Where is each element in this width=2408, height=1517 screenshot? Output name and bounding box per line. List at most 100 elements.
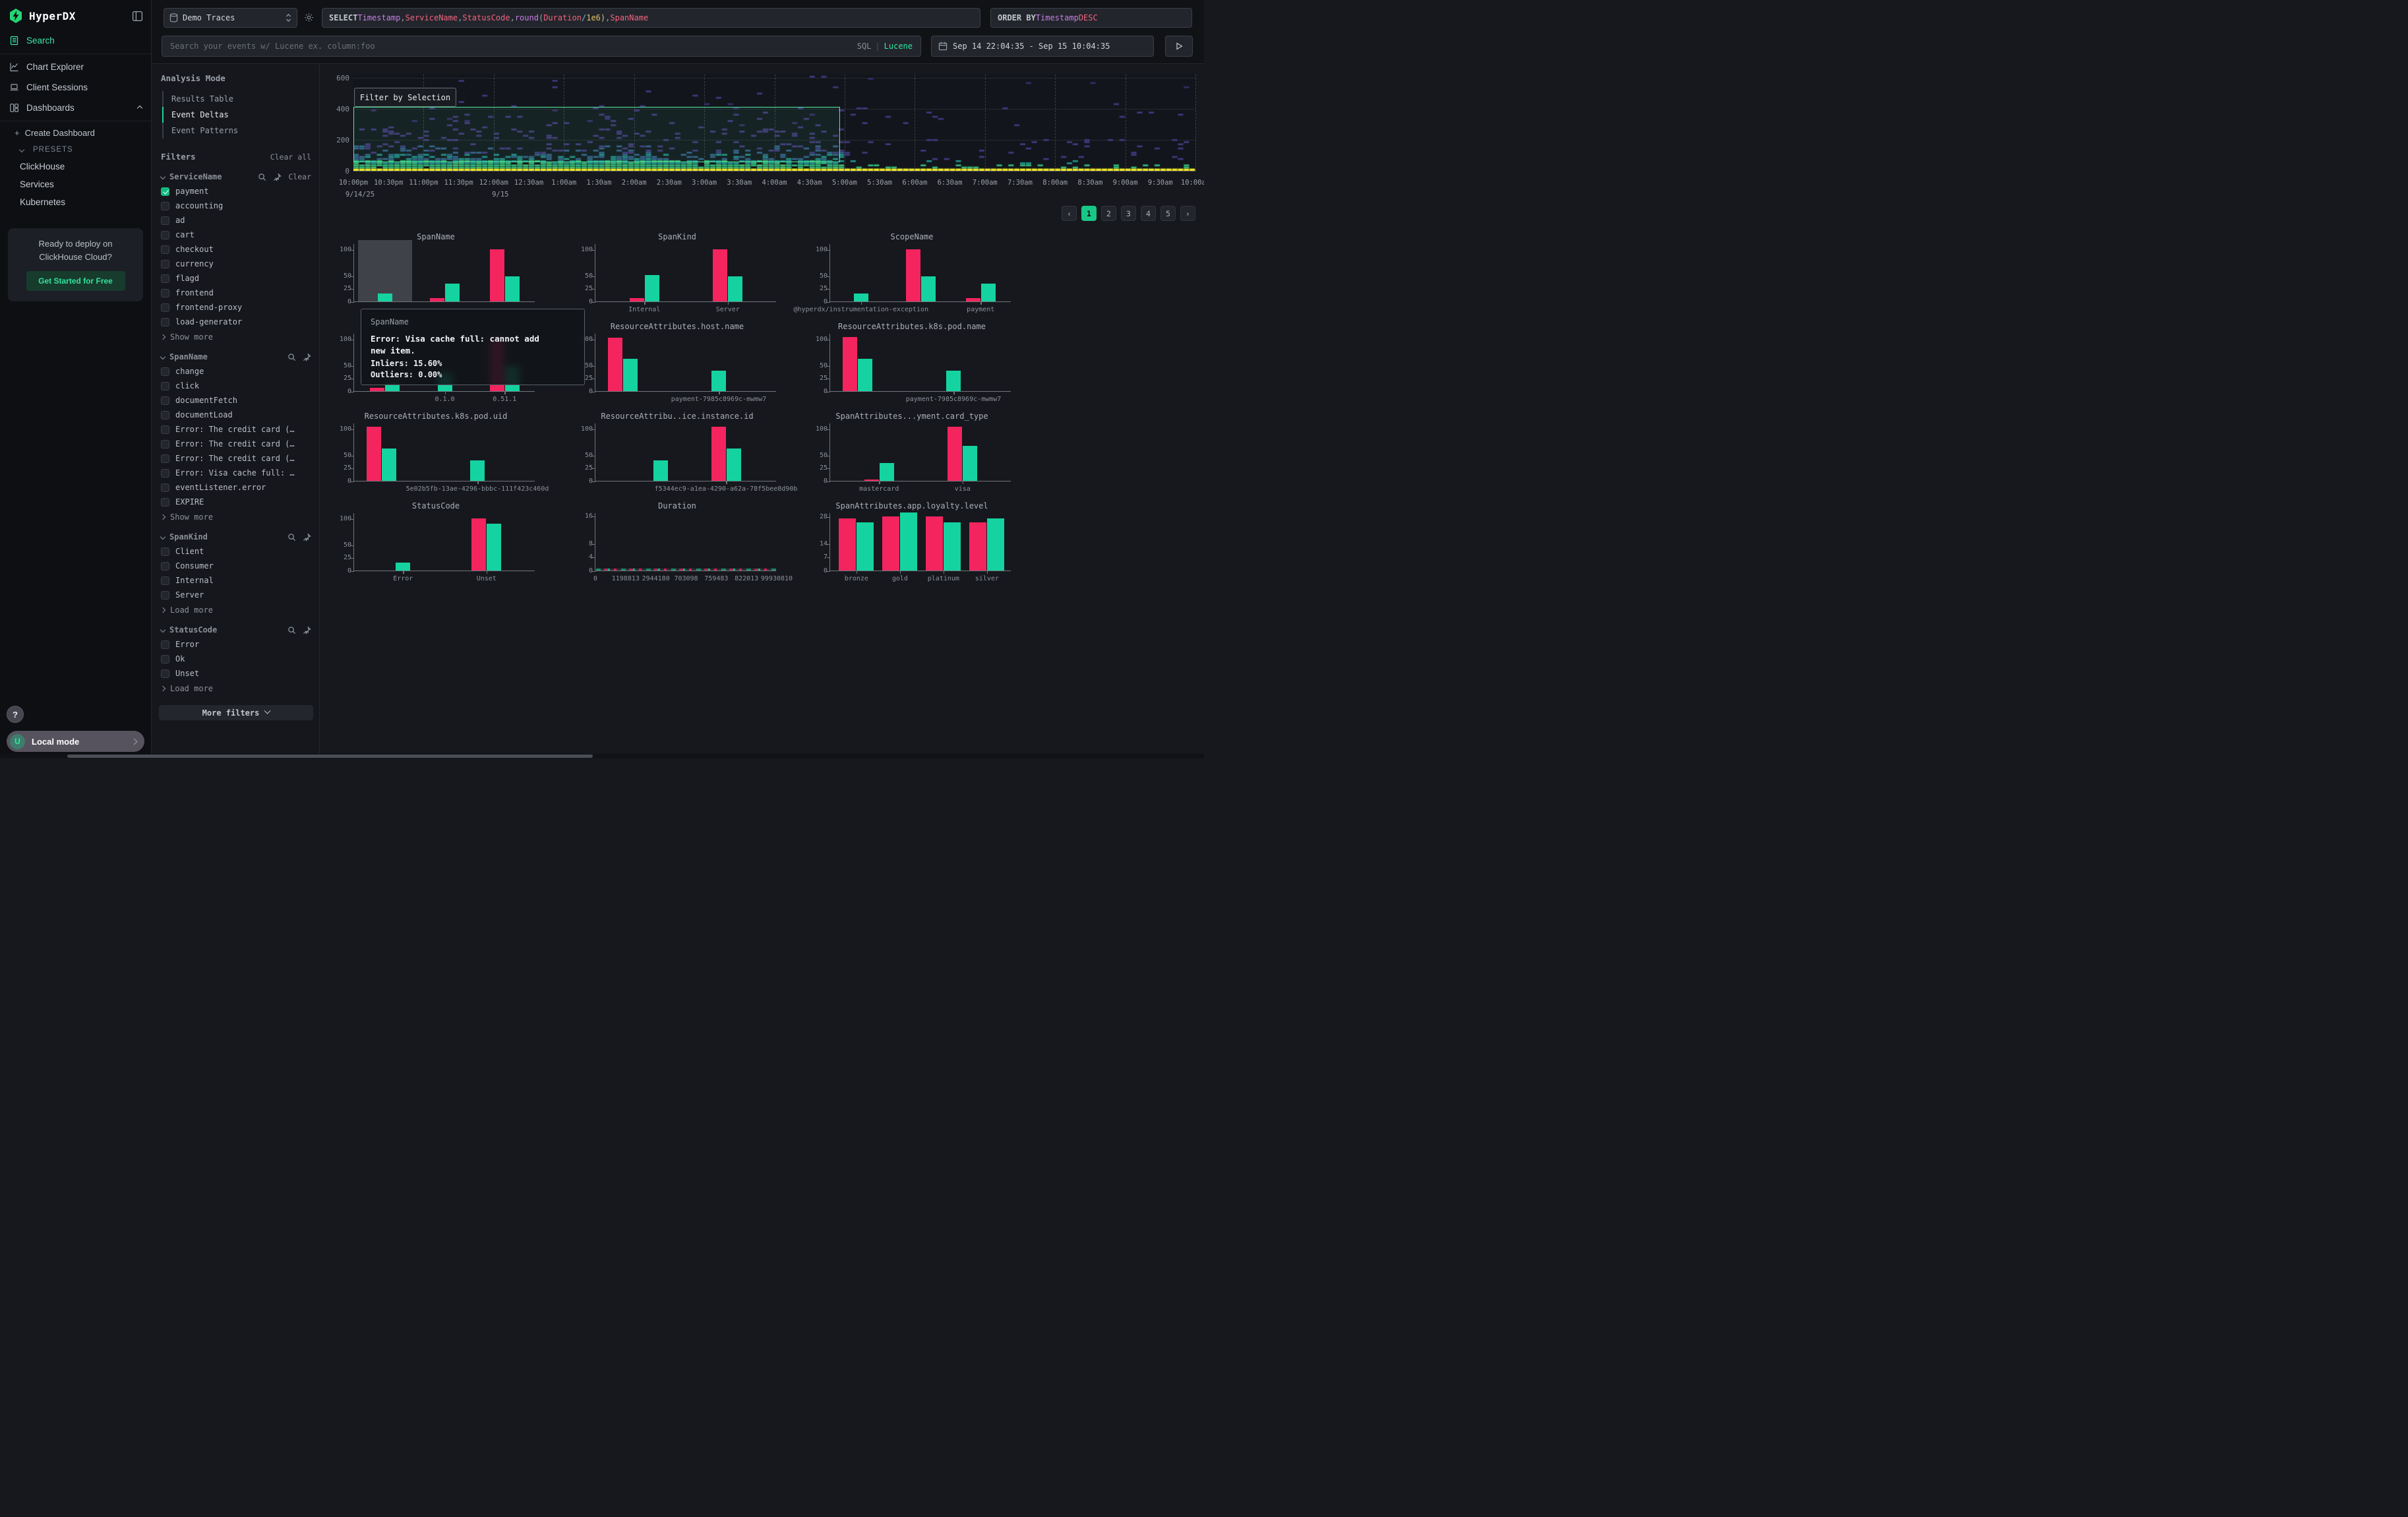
checkbox[interactable] [161,216,169,225]
magnifier-icon[interactable] [287,626,296,635]
filter-option-error-the-credit-card-[interactable]: Error: The credit card (… [161,454,311,463]
pagination-page-2[interactable]: 2 [1101,206,1116,221]
checkbox[interactable] [161,669,169,678]
filter-option-internal[interactable]: Internal [161,576,311,585]
filter-option-currency[interactable]: currency [161,259,311,268]
checkbox[interactable] [161,498,169,507]
outlier-bar[interactable] [926,516,943,571]
checkbox[interactable] [161,289,169,297]
presets-toggle[interactable]: PRESETS [0,142,151,158]
show-more-link[interactable]: Show more [161,332,311,342]
checkbox[interactable] [161,367,169,376]
outlier-bar[interactable] [882,516,899,571]
outlier-bar[interactable] [471,518,486,571]
filter-option-eventlistener-error[interactable]: eventListener.error [161,483,311,492]
chart-plot[interactable]: 025501005e02b5fb-13ae-4296-bbbc-111f423c… [353,423,535,481]
filter-option-server[interactable]: Server [161,590,311,600]
checkbox[interactable] [161,469,169,478]
sidebar-preset-clickhouse[interactable]: ClickHouse [0,158,151,175]
checkbox[interactable] [161,187,169,196]
filter-group-header-servicename[interactable]: ServiceNameClear [161,172,311,181]
chart-plot[interactable]: 02550100payment-7985c8969c-mwmw7 [595,334,776,392]
show-more-link[interactable]: Show more [161,512,311,522]
chart-plot[interactable]: 02550100@hyperdx/instrumentation-excepti… [829,244,1011,302]
filter-option-consumer[interactable]: Consumer [161,561,311,571]
filter-group-header-spanname[interactable]: SpanName [161,352,311,361]
checkbox[interactable] [161,260,169,268]
magnifier-icon[interactable] [287,533,296,542]
outlier-bar[interactable] [608,338,622,391]
outlier-bar[interactable] [843,337,857,392]
outlier-bar[interactable] [839,518,856,571]
outlier-bar[interactable] [969,522,986,571]
inlier-bar[interactable] [857,522,874,571]
checkbox[interactable] [161,655,169,664]
filter-option-accounting[interactable]: accounting [161,201,311,210]
sidebar-item-search[interactable]: Search [0,30,151,51]
filter-option-click[interactable]: click [161,381,311,390]
chart-plot[interactable]: 02550100InternalServer [595,244,776,302]
inlier-bar[interactable] [623,359,638,391]
filter-option-error[interactable]: Error [161,640,311,649]
clear-all-button[interactable]: Clear all [270,152,311,162]
filter-option-change[interactable]: change [161,367,311,376]
inlier-bar[interactable] [396,563,410,571]
filter-option-checkout[interactable]: checkout [161,245,311,254]
filter-option-ok[interactable]: Ok [161,654,311,664]
inlier-bar[interactable] [946,371,961,391]
inlier-bar[interactable] [728,276,742,301]
scrollbar-thumb[interactable] [67,755,593,758]
inlier-bar[interactable] [987,518,1004,571]
filter-option-expire[interactable]: EXPIRE [161,497,311,507]
checkbox[interactable] [161,425,169,434]
help-button[interactable]: ? [7,706,24,723]
inlier-bar[interactable] [854,294,868,301]
pin-icon[interactable] [303,353,311,361]
chart-plot[interactable]: 02550100f5344ec9-a1ea-4290-a62a-78f5bee8… [595,423,776,481]
inlier-bar[interactable] [858,359,872,391]
inlier-bar[interactable] [981,284,996,302]
filter-option-frontend-proxy[interactable]: frontend-proxy [161,303,311,312]
filter-group-header-spankind[interactable]: SpanKind [161,532,311,542]
time-range-input[interactable]: Sep 14 22:04:35 - Sep 15 10:04:35 [931,36,1154,57]
inlier-bar[interactable] [487,524,501,571]
filter-option-error-the-credit-card-[interactable]: Error: The credit card (… [161,439,311,449]
checkbox[interactable] [161,640,169,649]
inlier-bar[interactable] [727,449,741,481]
pagination-next[interactable]: › [1180,206,1195,221]
filter-option-documentfetch[interactable]: documentFetch [161,396,311,405]
chart-plot[interactable]: 071428bronzegoldplatinumsilver [829,513,1011,571]
checkbox[interactable] [161,318,169,326]
checkbox[interactable] [161,562,169,571]
chart-plot[interactable]: 0481601198813294418070309875948382201399… [595,513,776,571]
checkbox[interactable] [161,411,169,419]
sidebar-collapse-icon[interactable] [132,11,143,22]
filter-option-cart[interactable]: cart [161,230,311,239]
sidebar-item-client-sessions[interactable]: Client Sessions [0,77,151,98]
inlier-bar[interactable] [645,275,659,301]
filter-option-payment[interactable]: payment [161,187,311,196]
inlier-bar[interactable] [711,371,726,391]
inlier-bar[interactable] [470,460,485,481]
pagination-page-3[interactable]: 3 [1121,206,1136,221]
checkbox[interactable] [161,576,169,585]
outlier-bar[interactable] [370,388,384,391]
magnifier-icon[interactable] [287,353,296,361]
inlier-bar[interactable] [378,294,392,301]
select-query-input[interactable]: SELECT Timestamp, ServiceName, StatusCod… [322,8,980,28]
sidebar-item-dashboards[interactable]: Dashboards [0,98,151,118]
outlier-bar[interactable] [367,427,381,481]
inlier-bar[interactable] [382,449,396,481]
checkbox[interactable] [161,440,169,449]
inlier-bar[interactable] [921,276,936,301]
filter-option-client[interactable]: Client [161,547,311,556]
source-settings-gear-icon[interactable] [304,13,314,22]
filter-clear-button[interactable]: Clear [288,172,311,181]
inlier-bar[interactable] [880,463,894,481]
checkbox[interactable] [161,202,169,210]
heatmap-selection[interactable] [353,107,840,162]
pagination-page-5[interactable]: 5 [1160,206,1176,221]
checkbox[interactable] [161,303,169,312]
checkbox[interactable] [161,396,169,405]
inlier-bar[interactable] [900,512,917,571]
